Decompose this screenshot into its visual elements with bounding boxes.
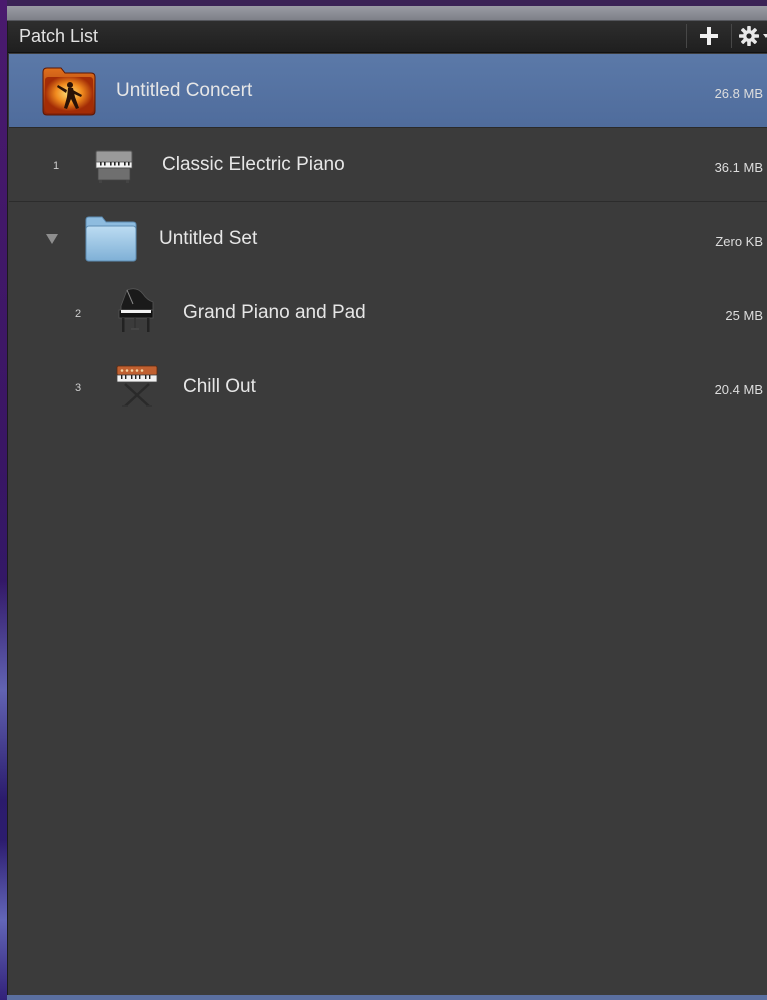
- set-row[interactable]: Untitled Set Zero KB: [9, 202, 767, 276]
- concert-row[interactable]: Untitled Concert 26.8 MB: [9, 54, 767, 128]
- set-size: Zero KB: [715, 234, 763, 249]
- patch-size: 25 MB: [725, 308, 763, 323]
- patch-size: 20.4 MB: [714, 382, 763, 397]
- patch-list-header: Patch List: [8, 21, 767, 53]
- grand-piano-icon: [118, 288, 154, 332]
- patch-number: 3: [75, 382, 82, 394]
- patch-row[interactable]: 3 Chill Out 20.4 MB: [9, 350, 767, 424]
- patch-row[interactable]: 2 Grand Piano and Pad 25 MB: [9, 276, 767, 350]
- disclosure-triangle-icon[interactable]: [46, 234, 58, 244]
- patch-name: Grand Piano and Pad: [183, 302, 366, 323]
- concert-folder-icon: [42, 67, 96, 116]
- patch-name: Chill Out: [183, 376, 256, 397]
- add-icon: [700, 27, 718, 45]
- settings-menu-button[interactable]: [731, 24, 767, 48]
- patch-size: 36.1 MB: [714, 160, 763, 175]
- concert-name: Untitled Concert: [116, 80, 253, 101]
- patch-name: Classic Electric Piano: [162, 154, 345, 175]
- gear-icon: [739, 26, 759, 46]
- chevron-down-icon: [763, 34, 767, 38]
- folder-icon: [85, 216, 137, 262]
- add-patch-button[interactable]: [686, 24, 731, 48]
- concert-size: 26.8 MB: [714, 86, 763, 101]
- patch-row[interactable]: 1 Classic Electric Piano 36.1 MB: [9, 128, 767, 202]
- synthesizer-icon: [116, 365, 158, 407]
- electric-piano-icon: [95, 150, 133, 183]
- patch-number: 2: [75, 308, 82, 320]
- patch-number: 1: [53, 160, 60, 172]
- patch-list-panel: Patch List Untitled Concert 26.8 MB 1 Cl…: [7, 21, 767, 996]
- set-name: Untitled Set: [159, 228, 258, 249]
- panel-bottom-edge: [7, 995, 767, 1000]
- panel-title: Patch List: [19, 26, 99, 46]
- window-top-bar: [7, 6, 767, 21]
